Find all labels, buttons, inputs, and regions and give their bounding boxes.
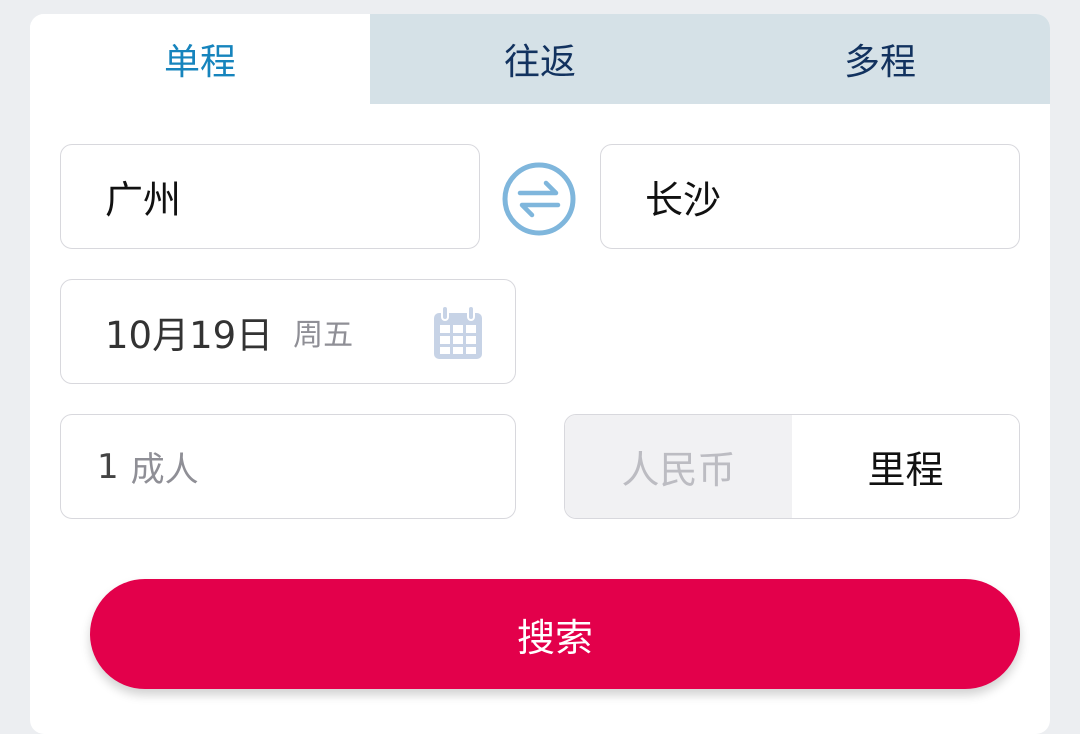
tab-round-trip[interactable]: 往返 xyxy=(370,14,710,104)
passenger-type: 成人 xyxy=(130,450,199,490)
swap-arrows-icon[interactable] xyxy=(500,160,578,238)
tab-multi-city[interactable]: 多程 xyxy=(710,14,1050,104)
currency-miles-option[interactable]: 里程 xyxy=(792,415,1019,518)
tab-one-way[interactable]: 单程 xyxy=(30,14,370,104)
date-weekday: 周五 xyxy=(293,317,354,353)
origin-field[interactable]: 广州 xyxy=(60,144,480,249)
passenger-count: 1 xyxy=(97,446,119,487)
passenger-field[interactable]: 1 成人 xyxy=(60,414,516,519)
flight-search-card: 单程 往返 多程 广州 长沙 10月19日 周五 1 成人 人民币 里程 搜索 xyxy=(30,14,1050,734)
departure-date-field[interactable]: 10月19日 周五 xyxy=(60,279,516,384)
date-value: 10月19日 xyxy=(105,313,274,357)
search-button[interactable]: 搜索 xyxy=(90,579,1020,689)
destination-field[interactable]: 长沙 xyxy=(600,144,1020,249)
destination-city: 长沙 xyxy=(645,178,722,222)
origin-city: 广州 xyxy=(105,178,182,222)
trip-type-tabs: 单程 往返 多程 xyxy=(30,14,1050,104)
payment-type-toggle: 人民币 里程 xyxy=(564,414,1020,519)
currency-rmb-option[interactable]: 人民币 xyxy=(565,415,792,518)
calendar-icon xyxy=(434,305,482,359)
